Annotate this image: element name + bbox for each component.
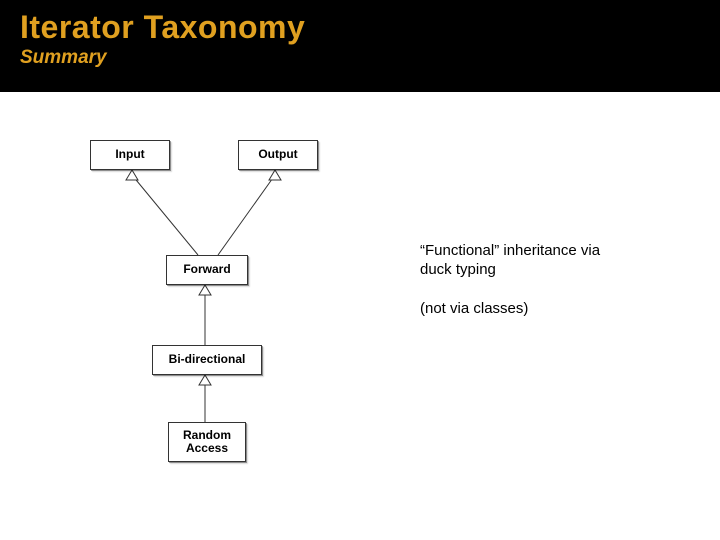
box-bidirectional: Bi-directional [152,345,262,375]
slide-title: Iterator Taxonomy [20,10,700,45]
slide-body: Input Output Forward Bi-directional Rand… [0,92,720,522]
slide-header: Iterator Taxonomy Summary [0,0,720,92]
box-random-access: Random Access [168,422,246,462]
slide-subtitle: Summary [20,47,700,69]
box-input: Input [90,140,170,170]
note-not-via-classes: (not via classes) [420,300,630,319]
box-forward: Forward [166,255,248,285]
note-functional-inheritance: “Functional” inheritance via duck typing [420,242,630,280]
box-output: Output [238,140,318,170]
